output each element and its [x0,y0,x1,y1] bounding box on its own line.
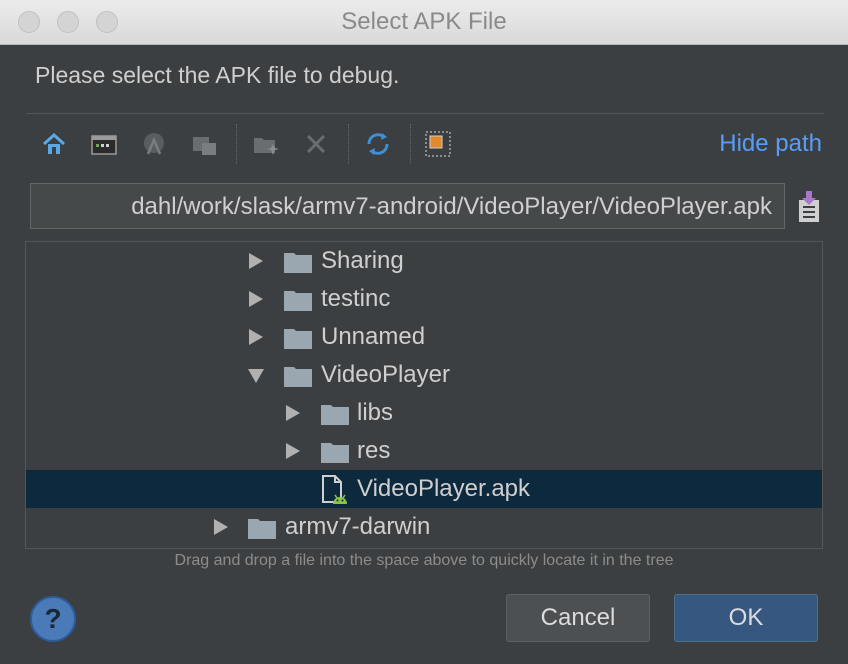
refresh-button[interactable] [362,128,394,160]
locate-path-button[interactable] [795,190,823,224]
tree-row-label: Unnamed [321,323,426,350]
folder-icon [284,367,312,387]
expand-arrow-icon[interactable] [249,329,263,345]
show-hidden-button[interactable] [422,128,454,160]
toolbar-separator [236,124,237,164]
cancel-button[interactable]: Cancel [506,594,650,642]
drag-drop-hint: Drag and drop a file into the space abov… [174,552,674,569]
tree-row-label: libs [357,399,394,426]
title-bar: Select APK File [0,0,848,45]
tree-row[interactable]: VideoPlayer [26,356,822,394]
tree-row-label: armv7-darwin [285,513,431,540]
expand-arrow-icon[interactable] [249,291,263,307]
new-folder-button[interactable] [250,128,282,160]
tree-row-label: res [357,437,391,464]
folder-icon [284,329,312,349]
project-button[interactable] [138,128,170,160]
tree-row-label: testinc [321,285,391,312]
ok-button[interactable]: OK [674,594,818,642]
module-folder-icon [193,137,216,155]
tree-row-label: VideoPlayer.apk [357,475,531,502]
show-hidden-icon [425,131,451,157]
expand-arrow-icon[interactable] [249,253,263,269]
home-icon [42,132,66,154]
expand-arrow-icon[interactable] [286,443,300,459]
android-project-icon [144,133,164,155]
help-button[interactable]: ? [30,596,76,642]
download-arrow-icon [799,191,819,222]
desktop-icon [91,135,117,155]
apk-file-icon [322,475,347,504]
delete-button[interactable] [300,128,332,160]
tree-row[interactable]: armv7-darwin [26,508,822,546]
home-button[interactable] [38,128,70,160]
window-title: Select APK File [341,8,507,35]
refresh-icon [367,133,389,155]
divider [26,113,824,114]
folder-icon [284,291,312,311]
tree-row[interactable]: Sharing [26,242,822,280]
folder-icon [284,253,312,273]
tree-row[interactable]: testinc [26,280,822,318]
path-input-value: dahl/work/slask/armv7-android/VideoPlaye… [131,193,772,220]
tree-row-selected[interactable]: VideoPlayer.apk [26,470,822,508]
new-folder-icon [254,138,279,155]
folder-icon [321,405,349,425]
folder-icon [321,443,349,463]
path-input[interactable]: dahl/work/slask/armv7-android/VideoPlaye… [30,183,785,229]
file-tree[interactable]: Sharing testinc Unnamed VideoPlayer libs… [25,241,823,549]
desktop-button[interactable] [88,128,120,160]
hide-path-link[interactable]: Hide path [719,130,822,158]
collapse-arrow-icon[interactable] [248,369,264,383]
tree-row[interactable]: Unnamed [26,318,822,356]
dialog-prompt: Please select the APK file to debug. [35,62,400,88]
delete-icon [306,134,326,154]
toolbar-separator [348,124,349,164]
tree-row-label: VideoPlayer [321,361,450,388]
expand-arrow-icon[interactable] [286,405,300,421]
expand-arrow-icon[interactable] [214,519,228,535]
tree-row[interactable]: libs [26,394,822,432]
module-button[interactable] [188,128,220,160]
folder-icon [248,519,276,539]
select-apk-dialog: Select APK File Please select the APK fi… [0,0,848,664]
tree-row-label: Sharing [321,247,404,274]
tree-row[interactable]: res [26,432,822,470]
toolbar-separator [410,124,411,164]
